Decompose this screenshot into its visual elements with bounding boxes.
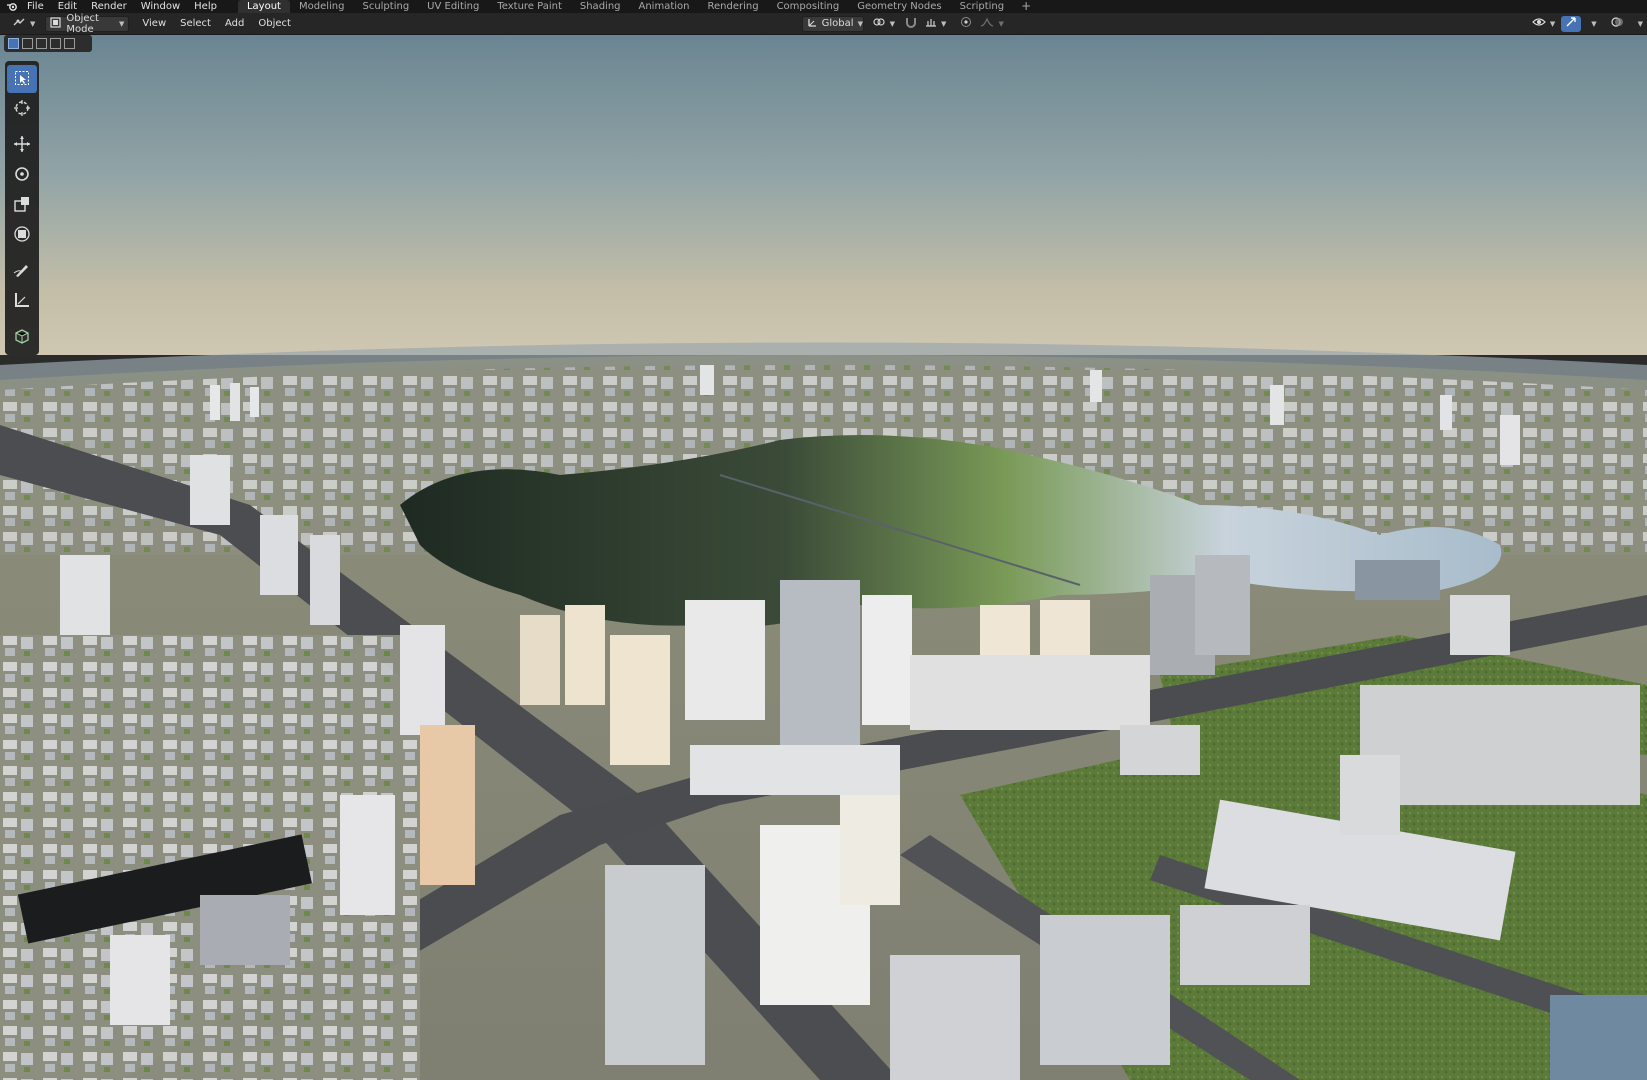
tab-shading[interactable]: Shading xyxy=(571,0,630,13)
orientation-label: Global xyxy=(821,18,854,29)
chevron-down-icon: ▼ xyxy=(889,19,896,28)
menu-window[interactable]: Window xyxy=(134,0,187,13)
add-cube-icon xyxy=(13,327,31,348)
tab-modeling[interactable]: Modeling xyxy=(290,0,354,13)
tab-layout[interactable]: Layout xyxy=(237,0,290,13)
proportional-editing-toggle[interactable] xyxy=(956,16,976,32)
object-mode-label: Object Mode xyxy=(66,12,99,35)
rotate-icon xyxy=(13,165,31,186)
viewport-menu-add[interactable]: Add xyxy=(218,18,251,29)
eye-icon xyxy=(1531,16,1546,31)
menu-edit[interactable]: Edit xyxy=(51,0,84,13)
sky-background xyxy=(0,35,1647,355)
pivot-link-icon xyxy=(872,16,886,31)
viewport-visibility-group: ▼ ▼ ▼ xyxy=(1528,15,1647,32)
select-difference-icon[interactable] xyxy=(50,38,61,49)
tool-transform[interactable] xyxy=(7,221,37,249)
city-scene-render xyxy=(0,35,1647,1080)
chevron-down-icon: ▼ xyxy=(941,19,947,28)
peach-tower xyxy=(420,725,475,885)
tab-scripting[interactable]: Scripting xyxy=(951,0,1013,13)
tab-geometry-nodes[interactable]: Geometry Nodes xyxy=(848,0,950,13)
chevron-down-icon: ▼ xyxy=(119,19,125,28)
chevron-down-icon: ▼ xyxy=(857,19,863,28)
select-extend-icon[interactable] xyxy=(22,38,33,49)
transform-icon xyxy=(13,225,31,246)
transform-orientation-dropdown[interactable]: Global ▼ xyxy=(801,15,864,32)
orientation-axes-icon xyxy=(807,17,818,31)
editor-type-icon xyxy=(12,16,26,31)
tab-texture-paint[interactable]: Texture Paint xyxy=(488,0,571,13)
object-mode-icon xyxy=(50,16,61,31)
pivot-point-button[interactable]: ▼ xyxy=(868,16,899,32)
tool-scale[interactable] xyxy=(7,191,37,219)
chevron-down-icon: ▼ xyxy=(30,19,36,28)
chevron-down-icon: ▼ xyxy=(1549,19,1556,28)
glass-tower xyxy=(780,580,860,750)
magnet-icon xyxy=(905,16,917,31)
viewport-menu-object[interactable]: Object xyxy=(251,18,298,29)
annotate-pencil-icon xyxy=(13,261,31,282)
tab-sculpting[interactable]: Sculpting xyxy=(353,0,418,13)
select-subtract-icon[interactable] xyxy=(36,38,47,49)
tab-animation[interactable]: Animation xyxy=(630,0,699,13)
workspace-tabs: Layout Modeling Sculpting UV Editing Tex… xyxy=(237,0,1039,13)
object-mode-dropdown[interactable]: Object Mode ▼ xyxy=(45,12,130,35)
select-intersect-icon[interactable] xyxy=(64,38,75,49)
viewport-header: ▼ Object Mode ▼ View Select Add Object G… xyxy=(0,13,1647,35)
snap-toggle[interactable] xyxy=(901,16,921,32)
blender-logo-icon[interactable] xyxy=(6,0,20,13)
menu-render[interactable]: Render xyxy=(84,0,134,13)
move-arrows-icon xyxy=(13,135,31,156)
tool-measure[interactable] xyxy=(7,287,37,315)
tool-move[interactable] xyxy=(7,131,37,159)
chevron-down-icon: ▼ xyxy=(998,19,1004,28)
tool-add-cube[interactable] xyxy=(7,323,37,351)
tool-separator xyxy=(5,125,39,129)
tool-select-box[interactable] xyxy=(7,65,37,93)
snap-target-dropdown[interactable]: ▼ xyxy=(921,16,950,32)
proportional-falloff-dropdown[interactable]: ▼ xyxy=(976,16,1007,32)
menu-help[interactable]: Help xyxy=(187,0,224,13)
gizmo-icon xyxy=(1565,16,1577,31)
gizmo-options-dropdown[interactable]: ▼ xyxy=(1583,16,1600,32)
tool-separator xyxy=(5,317,39,321)
overlays-icon xyxy=(1611,16,1624,31)
selection-mode-toolbar xyxy=(4,35,92,52)
add-workspace-button[interactable]: + xyxy=(1013,0,1039,13)
tool-rotate[interactable] xyxy=(7,161,37,189)
tool-shelf xyxy=(5,61,39,355)
tool-separator xyxy=(5,251,39,255)
gizmo-toggle[interactable] xyxy=(1561,15,1582,32)
editor-type-button[interactable]: ▼ xyxy=(8,16,39,32)
proportional-edit-icon xyxy=(960,16,972,31)
object-visibility-button[interactable]: ▼ xyxy=(1528,16,1559,32)
snap-increment-icon xyxy=(925,16,937,31)
top-menu-bar: File Edit Render Window Help Layout Mode… xyxy=(0,0,1647,13)
overlays-options-dropdown[interactable]: ▼ xyxy=(1630,16,1647,32)
3d-viewport[interactable] xyxy=(0,35,1647,1080)
falloff-curve-icon xyxy=(980,16,994,31)
viewport-menu-select[interactable]: Select xyxy=(173,18,218,29)
select-new-icon[interactable] xyxy=(8,38,19,49)
overlays-toggle[interactable] xyxy=(1607,16,1628,32)
tab-rendering[interactable]: Rendering xyxy=(698,0,767,13)
scale-icon xyxy=(13,195,31,216)
chevron-down-icon: ▼ xyxy=(1637,19,1643,28)
chevron-down-icon: ▼ xyxy=(1591,19,1597,28)
tab-uv-editing[interactable]: UV Editing xyxy=(418,0,488,13)
select-box-icon xyxy=(14,70,30,89)
menu-file[interactable]: File xyxy=(20,0,51,13)
cursor-icon xyxy=(13,99,31,120)
tool-annotate[interactable] xyxy=(7,257,37,285)
measure-ruler-icon xyxy=(13,291,31,312)
tool-cursor[interactable] xyxy=(7,95,37,123)
tab-compositing[interactable]: Compositing xyxy=(768,0,849,13)
viewport-menu-view[interactable]: View xyxy=(135,18,173,29)
